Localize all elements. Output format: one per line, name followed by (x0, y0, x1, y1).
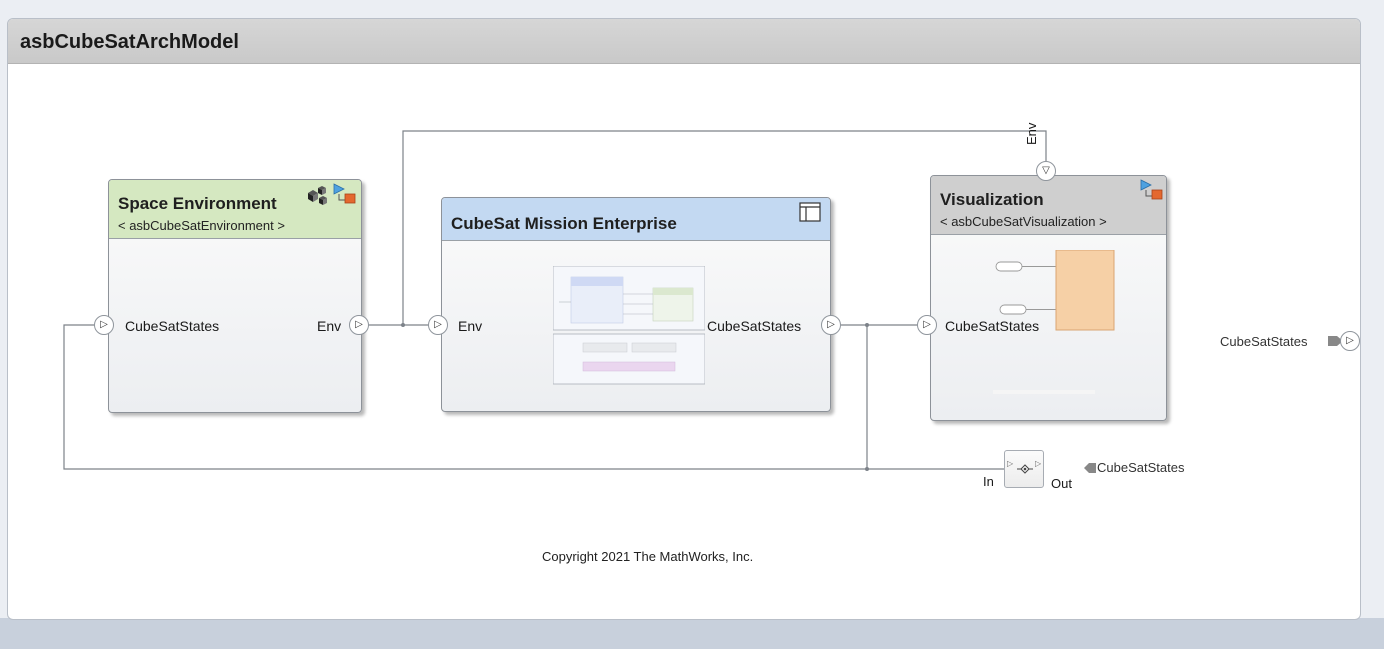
root-out-port-label: CubeSatStates (1220, 334, 1308, 349)
visualization-block[interactable]: Visualization < asbCubeSatVisualization … (930, 175, 1167, 421)
adapter-block[interactable]: ▷ ▷ (1004, 450, 1044, 488)
variant-stack-icon (308, 186, 327, 205)
mission-enterprise-header: CubeSat Mission Enterprise (442, 198, 830, 241)
visualization-header: Visualization < asbCubeSatVisualization … (931, 176, 1166, 235)
diagram-canvas[interactable]: asbCubeSatArchModel Space Environment < … (7, 18, 1361, 620)
adapter-out-label: Out (1051, 476, 1072, 491)
visualization-reference: < asbCubeSatVisualization > (940, 214, 1107, 229)
space-environment-reference: < asbCubeSatEnvironment > (118, 218, 285, 233)
space-environment-block[interactable]: Space Environment < asbCubeSatEnvironmen… (108, 179, 362, 413)
space-environment-header: Space Environment < asbCubeSatEnvironmen… (109, 180, 361, 239)
reference-subsystem-icon (799, 202, 821, 222)
visualization-bottom-strip (993, 390, 1095, 394)
visualization-in-port[interactable]: ▷ (917, 315, 937, 335)
mission-enterprise-in-label: Env (458, 318, 483, 334)
visualization-in-label: CubeSatStates (945, 318, 1040, 334)
adapter-out-arrow-icon: ▷ (1035, 459, 1042, 468)
mission-enterprise-title: CubeSat Mission Enterprise (451, 214, 677, 233)
adapter-in-arrow-icon: ▷ (1007, 459, 1014, 468)
junction-dot (865, 467, 869, 471)
adapter-icon (1017, 464, 1033, 474)
visualization-env-label: Env (1024, 122, 1039, 145)
junction-dot (865, 323, 869, 327)
port-tag-icon (1084, 463, 1096, 473)
bottom-band (0, 618, 1384, 649)
visualization-env-port[interactable]: ▽ (1036, 161, 1056, 181)
space-environment-out-label: Env (317, 318, 342, 334)
mission-enterprise-in-port[interactable]: ▷ (428, 315, 448, 335)
junction-dot (401, 323, 405, 327)
root-out-port[interactable]: ▷ (1340, 331, 1360, 351)
copyright-text: Copyright 2021 The MathWorks, Inc. (542, 549, 754, 564)
architecture-thumbnail (553, 266, 705, 385)
mission-enterprise-out-port[interactable]: ▷ (821, 315, 841, 335)
space-environment-out-port[interactable]: ▷ (349, 315, 369, 335)
mission-enterprise-block[interactable]: CubeSat Mission Enterprise Env CubeSatSt… (441, 197, 831, 412)
adapter-out-port-label: CubeSatStates (1097, 460, 1185, 475)
visualization-title: Visualization (940, 190, 1044, 209)
mission-enterprise-out-label: CubeSatStates (707, 318, 802, 334)
physical-port-marker-icon (333, 183, 356, 204)
space-environment-title: Space Environment (118, 194, 277, 213)
space-environment-in-port[interactable]: ▷ (94, 315, 114, 335)
physical-port-marker-icon (1140, 179, 1163, 200)
adapter-in-label: In (983, 474, 994, 489)
space-environment-in-label: CubeSatStates (125, 318, 220, 334)
